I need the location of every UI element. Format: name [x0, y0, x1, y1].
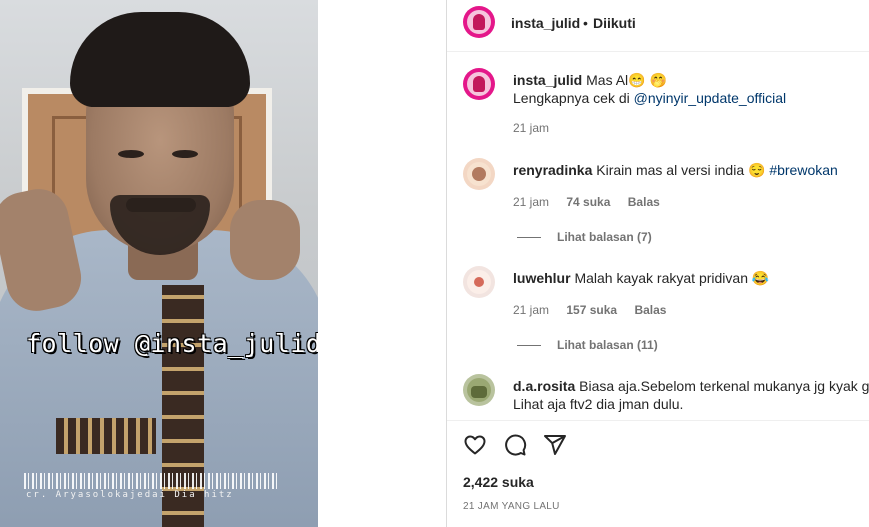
comment-time: 21 jam: [513, 303, 550, 317]
caption-text-line2: Lengkapnya cek di: [513, 90, 634, 106]
media-barcode: [24, 473, 280, 489]
post-actions: 2,422 suka 21 JAM YANG LALU: [447, 420, 869, 527]
post-header: insta_julid • Diikuti: [447, 0, 869, 52]
author-username[interactable]: insta_julid: [511, 15, 580, 31]
comment-text-line2: Lihat aja ftv2 dia jman dulu.: [513, 396, 684, 412]
heart-icon[interactable]: [463, 433, 487, 457]
caption-avatar[interactable]: [463, 68, 495, 100]
mention-link[interactable]: @nyinyir_update_official: [634, 90, 787, 106]
commenter-avatar[interactable]: [463, 266, 495, 298]
likes-count[interactable]: 2,422 suka: [463, 474, 534, 490]
reply-button[interactable]: Balas: [634, 303, 666, 317]
comment-time: 21 jam: [513, 195, 550, 209]
caption-text: Mas Al😁 🤭: [586, 72, 667, 88]
hashtag-link[interactable]: #brewokan: [769, 162, 838, 178]
following-button[interactable]: Diikuti: [593, 15, 636, 31]
comment-likes[interactable]: 74 suka: [566, 195, 610, 209]
reply-button[interactable]: Balas: [628, 195, 660, 209]
commenter-username[interactable]: d.a.rosita: [513, 378, 575, 394]
post-media[interactable]: follow @insta_julid cr. Aryasolokajedai …: [0, 0, 318, 527]
view-replies-button[interactable]: Lihat balasan (7): [517, 230, 652, 244]
header-separator: •: [583, 15, 588, 31]
commenter-username[interactable]: luwehlur: [513, 270, 571, 286]
caption-username[interactable]: insta_julid: [513, 72, 582, 88]
commenter-avatar[interactable]: [463, 374, 495, 406]
comment-icon[interactable]: [503, 433, 527, 457]
comment-text: Biasa aja.Sebelom terkenal mukanya jg ky…: [579, 378, 869, 394]
comment-text: Kirain mas al versi india 😌: [596, 162, 770, 178]
post-details-panel: insta_julid • Diikuti insta_julid Mas Al…: [447, 0, 869, 527]
commenter-username[interactable]: renyradinka: [513, 162, 592, 178]
post-time-ago[interactable]: 21 JAM YANG LALU: [463, 501, 560, 512]
caption-time: 21 jam: [513, 121, 550, 135]
view-replies-label: Lihat balasan (7): [557, 230, 652, 244]
comment-text: Malah kayak rakyat pridivan 😂: [574, 270, 770, 286]
comment-likes[interactable]: 157 suka: [566, 303, 617, 317]
view-replies-label: Lihat balasan (11): [557, 338, 658, 352]
commenter-avatar[interactable]: [463, 158, 495, 190]
view-replies-button[interactable]: Lihat balasan (11): [517, 338, 658, 352]
media-overlay-text: follow @insta_julid: [26, 329, 318, 358]
media-credit: cr. Aryasolokajedai Dia hitz: [26, 490, 234, 500]
author-avatar[interactable]: [463, 6, 495, 38]
share-icon[interactable]: [543, 433, 567, 457]
